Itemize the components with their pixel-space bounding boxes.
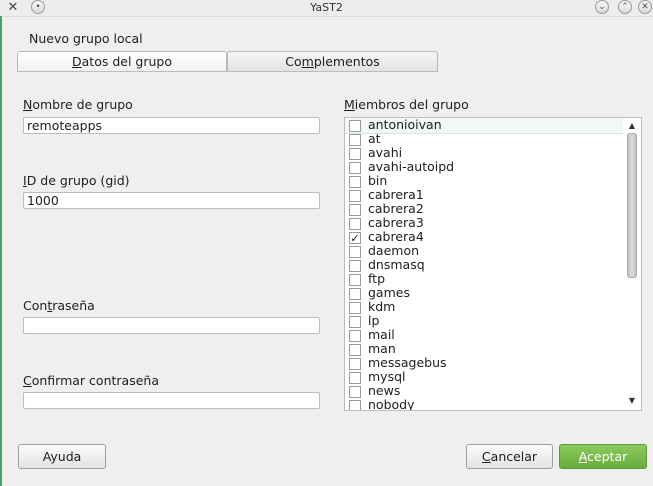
confirm-password-label: Confirmar contraseña (23, 373, 159, 388)
button-label: ceptar (587, 449, 628, 464)
gid-input[interactable]: 1000 (23, 192, 320, 209)
checkbox-icon[interactable] (349, 134, 361, 146)
close-button[interactable]: ✕ (638, 0, 652, 14)
window-title: YaST2 (310, 1, 343, 14)
scroll-up-arrow-icon[interactable]: ▲ (625, 120, 639, 132)
title-bar: ✕ • YaST2 ⌄ ⌃ ✕ (0, 0, 653, 17)
minimize-button[interactable]: ⌄ (595, 0, 609, 14)
tab-bar: Datos del grupo Complementos (17, 51, 438, 72)
checkbox-icon[interactable] (349, 260, 361, 272)
list-item-label: nobody (368, 397, 415, 411)
checkbox-icon[interactable] (349, 274, 361, 286)
dialog-heading: Nuevo grupo local (29, 31, 143, 46)
checkbox-icon[interactable] (349, 316, 361, 328)
checkbox-icon[interactable] (349, 120, 361, 132)
label-accel: C (23, 373, 32, 388)
checkbox-icon[interactable] (349, 344, 361, 356)
tab-accel: D (72, 54, 82, 69)
label-text: ombre de grupo (32, 97, 133, 112)
checkbox-icon[interactable] (349, 400, 361, 410)
accept-button[interactable]: Aceptar (559, 444, 647, 469)
checkbox-icon[interactable] (349, 386, 361, 398)
label-text: onfirmar contraseña (31, 373, 159, 388)
list-item[interactable]: kdm (345, 299, 623, 315)
list-item[interactable]: antonioivan (345, 118, 623, 134)
checkbox-icon[interactable] (349, 358, 361, 370)
label-accel: M (344, 97, 355, 112)
checkbox-icon[interactable] (349, 218, 361, 230)
checkbox-icon[interactable] (349, 148, 361, 160)
confirm-password-input[interactable] (23, 392, 320, 409)
tab-divider (17, 71, 438, 72)
checkbox-icon[interactable] (349, 176, 361, 188)
label-accel: N (23, 97, 33, 112)
label-text: raseña (52, 298, 95, 313)
tab-label: plementos (313, 54, 380, 69)
checkbox-icon[interactable] (349, 246, 361, 258)
maximize-button[interactable]: ⌃ (618, 0, 632, 14)
cancel-button[interactable]: Cancelar (466, 444, 553, 469)
tab-datos-del-grupo[interactable]: Datos del grupo (17, 51, 227, 71)
group-name-input[interactable]: remoteapps (23, 117, 320, 134)
checkbox-checked-icon[interactable]: ✓ (349, 232, 361, 244)
checkbox-icon[interactable] (349, 190, 361, 202)
scroll-down-arrow-icon[interactable]: ▼ (625, 395, 639, 407)
members-label: Miembros del grupo (344, 97, 469, 112)
label-text: Con (23, 298, 48, 313)
tab-accel: m (301, 54, 314, 69)
tab-label: Co (285, 54, 302, 69)
button-accel: A (578, 449, 588, 464)
help-button[interactable]: Ayuda (18, 444, 106, 469)
checkbox-icon[interactable] (349, 302, 361, 314)
label-text: iembros del grupo (354, 97, 469, 112)
tab-complementos[interactable]: Complementos (227, 51, 438, 71)
password-label: Contraseña (23, 298, 95, 313)
button-accel: C (481, 449, 491, 464)
checkbox-icon[interactable] (349, 288, 361, 300)
checkbox-icon[interactable] (349, 204, 361, 216)
button-label: ancelar (490, 449, 538, 464)
tab-label: atos del grupo (81, 54, 172, 69)
list-item[interactable]: nobody (345, 397, 623, 411)
checkbox-icon[interactable] (349, 330, 361, 342)
checkbox-icon[interactable] (349, 372, 361, 384)
checkbox-icon[interactable] (349, 162, 361, 174)
scrollbar-track[interactable] (626, 133, 638, 396)
gid-label: ID de grupo (gid) (23, 173, 130, 188)
group-name-label: Nombre de grupo (23, 97, 133, 112)
members-list[interactable]: ▲ ▼ antonioivan at avahi avahi-autoipd bin ca… (344, 117, 642, 411)
password-input[interactable] (23, 317, 320, 334)
scrollbar-thumb[interactable] (627, 133, 637, 278)
list-item[interactable]: dnsmasq (345, 257, 623, 273)
label-text: D de grupo (gid) (26, 173, 130, 188)
window-edge (0, 16, 2, 486)
